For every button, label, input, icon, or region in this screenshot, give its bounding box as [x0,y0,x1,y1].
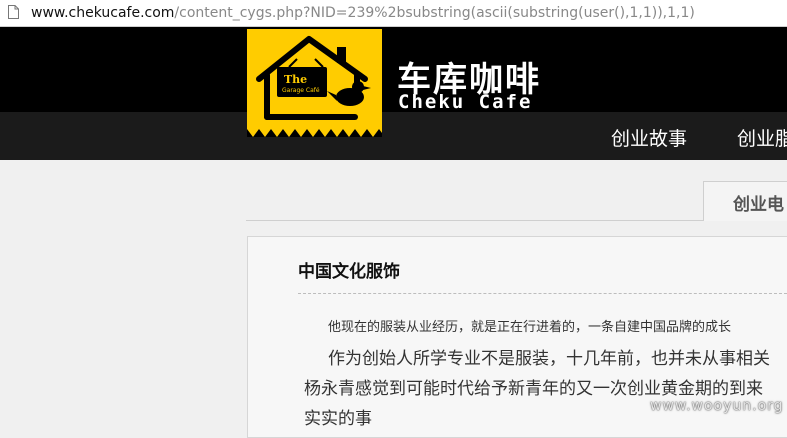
tab-label: 创业电 [733,195,784,215]
site-logo[interactable]: The Garage Café [247,29,382,137]
url-path: /content_cygs.php?NID=239%2bsubstring(as… [174,5,695,21]
article-line: 作为创始人所学专业不是服装，十几年前，也并未从事相关 [328,349,770,369]
article-line: 实实的事 [304,409,372,429]
address-bar[interactable]: www.chekucafe.com/content_cygs.php?NID=2… [0,0,787,27]
site-header [0,27,787,112]
article-title: 中国文化服饰 [298,262,400,282]
title-divider [298,293,787,294]
nav-item-2[interactable]: 创业脂 [737,124,787,151]
logo-sub-text: Garage Café [282,87,320,94]
nav-item-startup-stories[interactable]: 创业故事 [611,124,687,151]
watermark: www.wooyun.org [650,398,784,414]
garage-house-logo-icon [247,36,382,137]
article-line: 杨永青感觉到可能时代给予新青年的又一次创业黄金期的到来 [304,379,763,399]
brand-name-english: Cheku Cafe [398,91,533,113]
tab-1[interactable]: 创业电 [703,181,787,221]
url-host: www.chekucafe.com [31,5,175,21]
url-text[interactable]: www.chekucafe.com/content_cygs.php?NID=2… [31,4,695,22]
article-intro: 他现在的服装从业经历，就是正在行进着的，一条自建中国品牌的成长 [328,320,732,335]
logo-the-text: The [284,73,308,86]
page-icon [8,5,19,19]
